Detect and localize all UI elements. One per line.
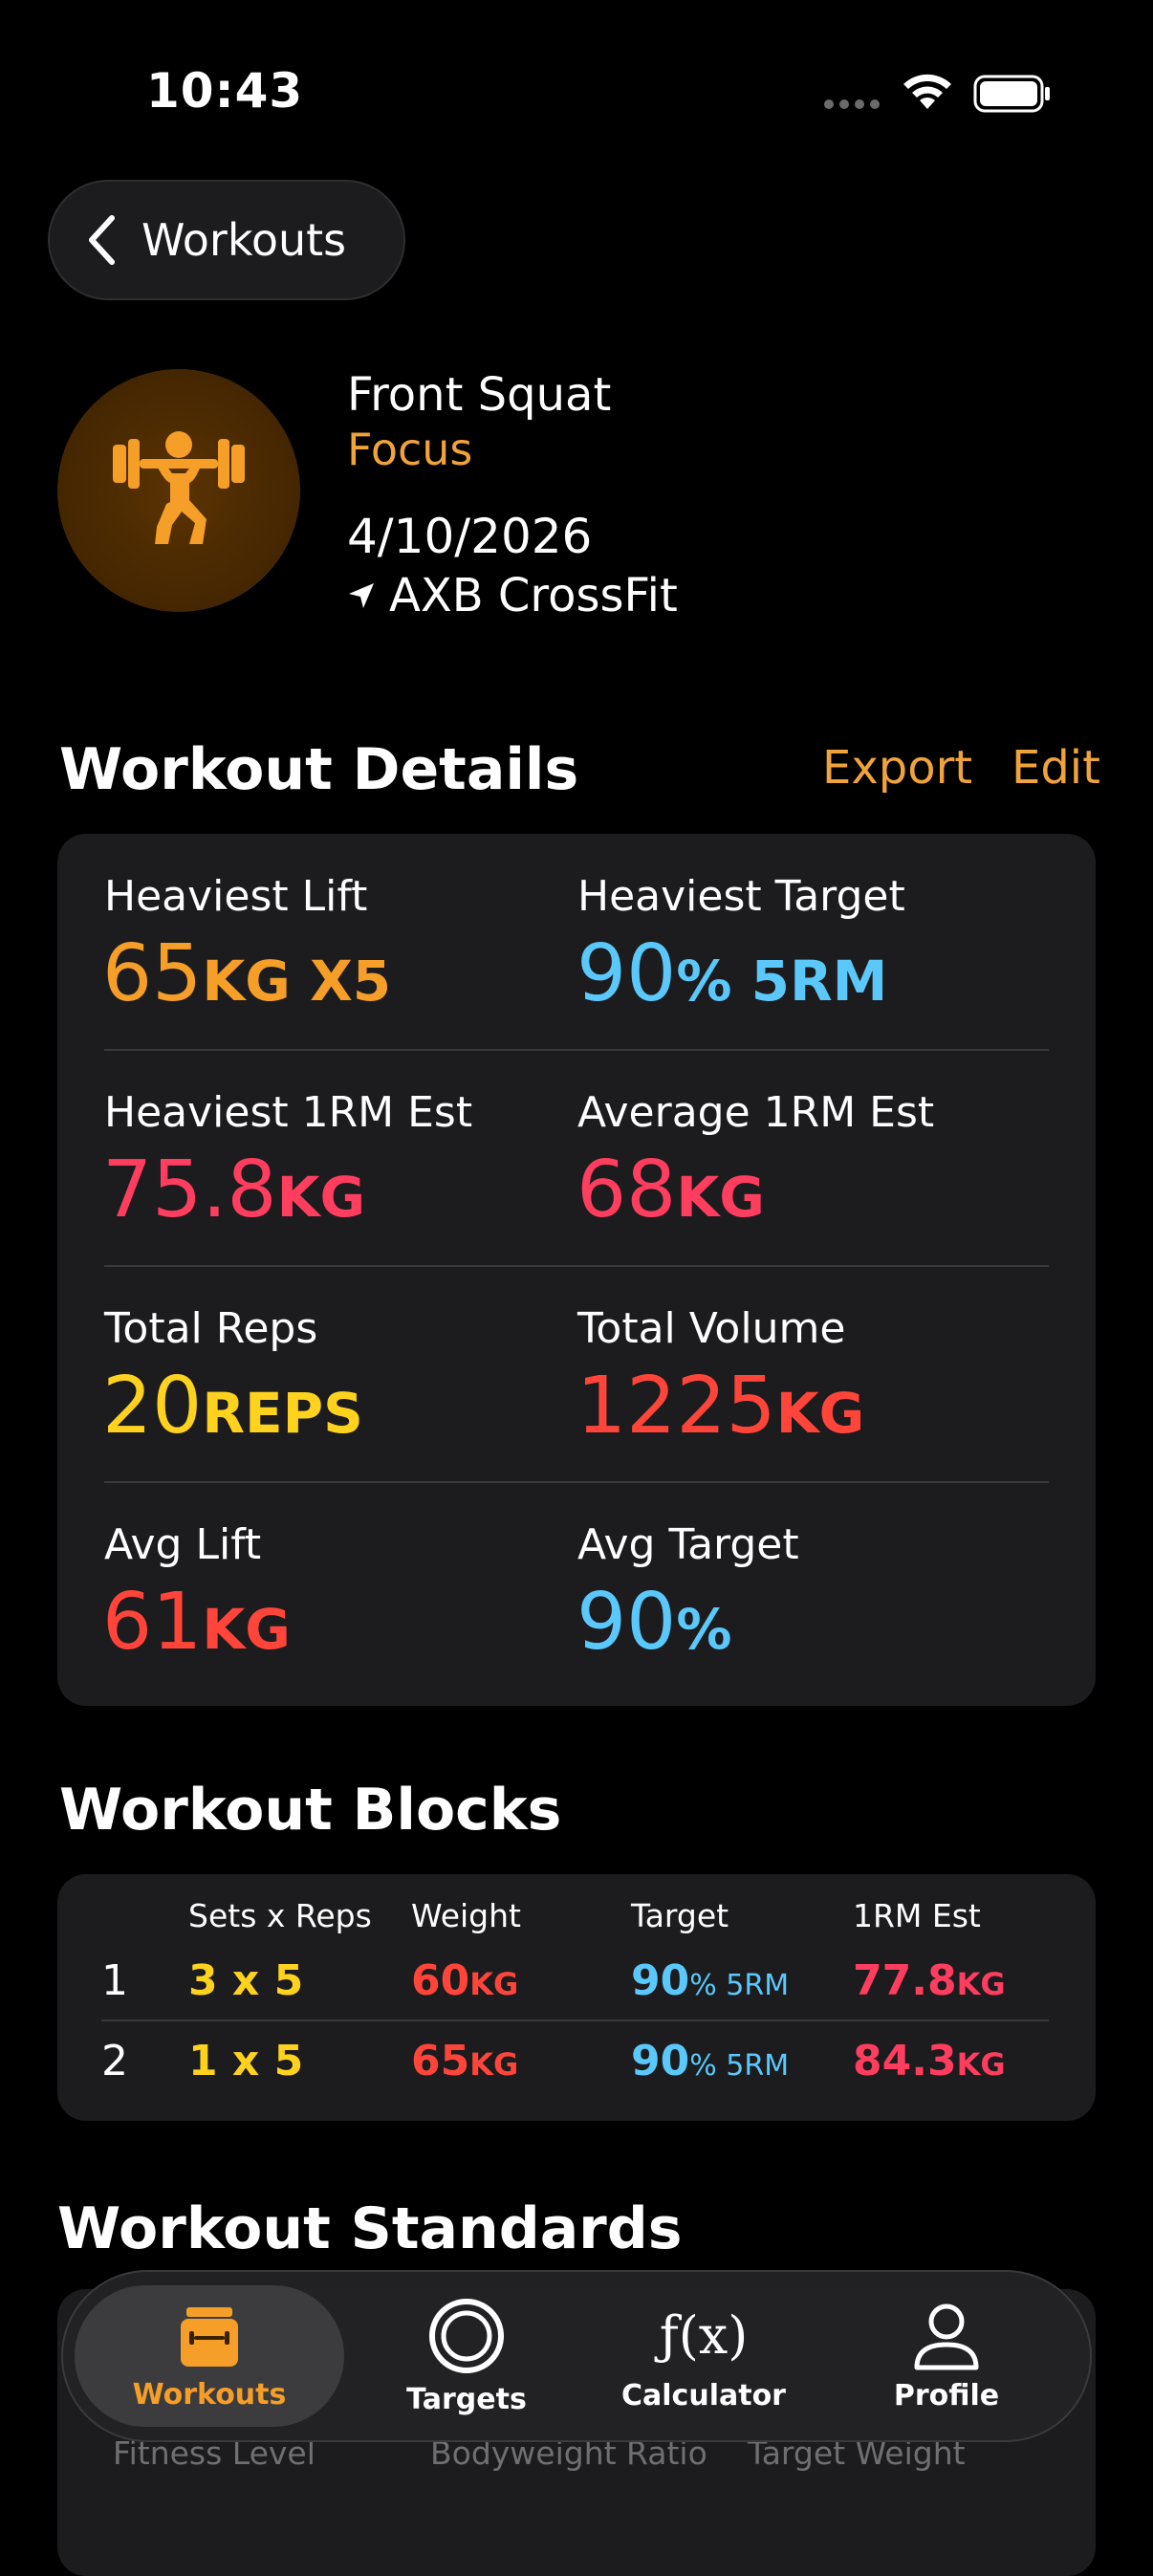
blocks-title: Workout Blocks	[59, 1777, 562, 1844]
stat-label: Heaviest Target	[577, 872, 905, 921]
workouts-icon	[181, 2306, 238, 2367]
block-weight: 60KG	[411, 1956, 519, 2005]
divider	[104, 1481, 1049, 1483]
tab-calculator[interactable]: ƒ(x) Calculator	[598, 2272, 809, 2440]
column-header: Weight	[411, 1897, 521, 1934]
block-index: 1	[101, 1956, 128, 2005]
weightlifting-icon	[113, 431, 245, 544]
stat-label: Total Reps	[104, 1304, 318, 1353]
stat-value: 90%	[576, 1577, 732, 1668]
chevron-left-icon	[89, 215, 115, 265]
back-button[interactable]: Workouts	[48, 180, 405, 300]
target-icon	[429, 2298, 504, 2373]
block-1rm-est: 77.8KG	[853, 1956, 1006, 2005]
stat-label: Avg Target	[577, 1520, 799, 1569]
block-sets-reps: 1 x 5	[188, 2037, 304, 2085]
divider	[104, 1049, 1049, 1051]
back-button-label: Workouts	[141, 214, 347, 266]
divider	[104, 1265, 1049, 1267]
location-label: AXB CrossFit	[389, 569, 678, 622]
stat-value: 65KG X5	[102, 928, 392, 1019]
block-index: 2	[101, 2037, 128, 2085]
stat-value: 90% 5RM	[576, 928, 888, 1019]
exercise-category: Focus	[347, 424, 473, 475]
stat-label: Heaviest Lift	[104, 872, 368, 921]
cellular-signal-icon	[824, 99, 880, 109]
block-target: 90% 5RM	[631, 2037, 790, 2085]
tab-workouts[interactable]: Workouts	[75, 2272, 344, 2440]
column-header: 1RM Est	[853, 1897, 981, 1934]
tab-label: Calculator	[621, 2378, 786, 2412]
blocks-card: Sets x Reps Weight Target 1RM Est 1 3 x …	[57, 1874, 1096, 2121]
tab-bar: Workouts Targets ƒ(x) Calculator Profile	[61, 2270, 1092, 2442]
stat-label: Total Volume	[577, 1304, 846, 1353]
block-target: 90% 5RM	[631, 1956, 790, 2005]
wifi-icon	[903, 74, 951, 109]
column-header: Target	[631, 1897, 729, 1934]
tab-targets[interactable]: Targets	[365, 2272, 568, 2440]
block-sets-reps: 3 x 5	[188, 1956, 304, 2005]
column-header: Sets x Reps	[188, 1897, 372, 1934]
details-card: Heaviest Lift 65KG X5 Heaviest Target 90…	[57, 834, 1096, 1706]
details-title: Workout Details	[59, 736, 579, 803]
stat-value: 75.8KG	[102, 1145, 366, 1235]
stat-value: 20REPS	[102, 1361, 363, 1452]
tab-label: Workouts	[132, 2377, 287, 2412]
tab-label: Profile	[893, 2378, 1000, 2412]
standards-title: Workout Standards	[57, 2195, 683, 2262]
block-weight: 65KG	[411, 2037, 519, 2085]
tab-profile[interactable]: Profile	[845, 2272, 1048, 2440]
function-icon: ƒ(x)	[659, 2304, 749, 2366]
profile-icon	[914, 2303, 979, 2369]
stat-label: Avg Lift	[104, 1520, 262, 1569]
stat-label: Heaviest 1RM Est	[104, 1088, 473, 1137]
edit-button[interactable]: Edit	[1012, 741, 1100, 795]
divider	[101, 2019, 1049, 2021]
status-time: 10:43	[146, 63, 304, 119]
stat-value: 68KG	[576, 1145, 765, 1235]
exercise-avatar	[57, 369, 300, 612]
stat-value: 61KG	[102, 1577, 291, 1668]
workout-location: AXB CrossFit	[347, 569, 678, 622]
stat-value: 1225KG	[576, 1361, 865, 1452]
exercise-name: Front Squat	[347, 368, 612, 422]
block-1rm-est: 84.3KG	[853, 2037, 1006, 2085]
workout-date: 4/10/2026	[347, 509, 593, 564]
location-arrow-icon	[349, 583, 374, 608]
battery-icon	[973, 75, 1050, 113]
stat-label: Average 1RM Est	[577, 1088, 935, 1137]
tab-label: Targets	[406, 2382, 527, 2416]
export-button[interactable]: Export	[822, 741, 972, 795]
